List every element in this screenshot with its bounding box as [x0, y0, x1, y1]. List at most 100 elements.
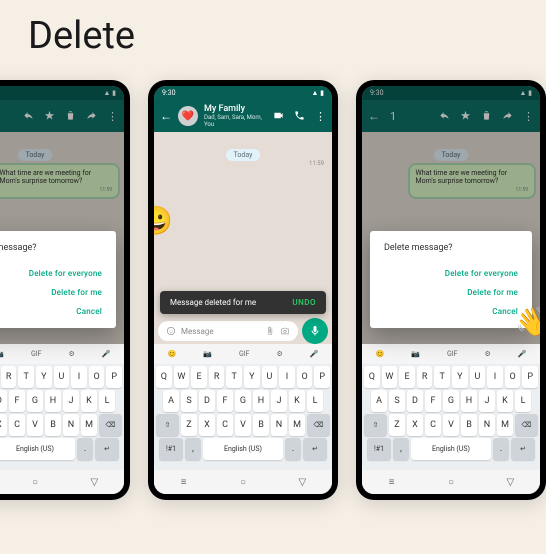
key-C[interactable]: C — [9, 414, 25, 436]
cancel-button[interactable]: Cancel — [76, 307, 102, 316]
back-icon[interactable]: ← — [368, 109, 380, 123]
key-I[interactable]: I — [71, 366, 87, 388]
message-bubble[interactable]: What time are we meeting for Mom's surpr… — [0, 165, 118, 197]
key-enter[interactable]: ↵ — [95, 438, 119, 460]
key-F[interactable]: F — [425, 390, 441, 412]
delete-icon[interactable] — [65, 110, 76, 121]
key-H[interactable]: H — [253, 390, 269, 412]
key-X[interactable]: X — [407, 414, 423, 436]
key-O[interactable]: O — [505, 366, 521, 388]
key-A[interactable]: A — [163, 390, 179, 412]
key-G[interactable]: G — [27, 390, 43, 412]
back-button[interactable]: ▽ — [503, 475, 517, 489]
recents-button[interactable]: ≡ — [385, 475, 399, 489]
key-S[interactable]: S — [181, 390, 197, 412]
key-space[interactable]: English (US) — [203, 438, 283, 460]
key-O[interactable]: O — [89, 366, 105, 388]
star-icon[interactable] — [460, 110, 471, 121]
home-button[interactable]: ○ — [236, 475, 250, 489]
key-dot[interactable]: . — [285, 438, 301, 460]
key-K[interactable]: K — [497, 390, 513, 412]
key-V[interactable]: V — [27, 414, 43, 436]
videocall-icon[interactable] — [273, 110, 284, 121]
key-Y[interactable]: Y — [36, 366, 52, 388]
key-Q[interactable]: Q — [364, 366, 380, 388]
keyboard[interactable]: 😊📷GIF⚙🎤 QWERTYUIOPASDFGHJKL⇧ZXCVBNM⌫!#1,… — [362, 344, 540, 494]
key-H[interactable]: H — [45, 390, 61, 412]
key-M[interactable]: M — [497, 414, 513, 436]
key-enter[interactable]: ↵ — [511, 438, 535, 460]
key-F[interactable]: F — [217, 390, 233, 412]
key-Y[interactable]: Y — [452, 366, 468, 388]
key-N[interactable]: N — [271, 414, 287, 436]
key-⌫[interactable]: ⌫ — [515, 414, 538, 436]
key-M[interactable]: M — [289, 414, 305, 436]
key-U[interactable]: U — [54, 366, 70, 388]
message-input[interactable]: Message — [158, 321, 298, 341]
key-L[interactable]: L — [307, 390, 323, 412]
key-U[interactable]: U — [262, 366, 278, 388]
key-Q[interactable]: Q — [156, 366, 172, 388]
star-icon[interactable] — [44, 110, 55, 121]
key-J[interactable]: J — [271, 390, 287, 412]
key-H[interactable]: H — [461, 390, 477, 412]
keyboard-suggestions[interactable]: 😊📷GIF⚙🎤 — [0, 344, 124, 364]
attach-icon[interactable] — [265, 326, 275, 336]
key-I[interactable]: I — [279, 366, 295, 388]
key-P[interactable]: P — [106, 366, 122, 388]
recents-button[interactable]: ≡ — [177, 475, 191, 489]
key-B[interactable]: B — [45, 414, 61, 436]
key-I[interactable]: I — [487, 366, 503, 388]
more-icon[interactable]: ⋮ — [315, 110, 326, 123]
key-R[interactable]: R — [209, 366, 225, 388]
group-avatar[interactable]: ❤️ — [178, 106, 198, 126]
key-⌫[interactable]: ⌫ — [307, 414, 330, 436]
key-E[interactable]: E — [191, 366, 207, 388]
key-N[interactable]: N — [63, 414, 79, 436]
key-L[interactable]: L — [99, 390, 115, 412]
delete-everyone-button[interactable]: Delete for everyone — [29, 269, 102, 278]
key-X[interactable]: X — [199, 414, 215, 436]
reply-icon[interactable] — [23, 110, 34, 121]
key-K[interactable]: K — [81, 390, 97, 412]
key-sym[interactable]: !#1 — [159, 438, 183, 460]
key-P[interactable]: P — [522, 366, 538, 388]
key-T[interactable]: T — [434, 366, 450, 388]
key-Y[interactable]: Y — [244, 366, 260, 388]
key-J[interactable]: J — [479, 390, 495, 412]
key-⇧[interactable]: ⇧ — [156, 414, 179, 436]
more-icon[interactable]: ⋮ — [107, 110, 118, 123]
key-B[interactable]: B — [461, 414, 477, 436]
key-R[interactable]: R — [1, 366, 17, 388]
keyboard-suggestions[interactable]: 😊📷GIF⚙🎤 — [154, 344, 332, 364]
key-⇧[interactable]: ⇧ — [364, 414, 387, 436]
delete-icon[interactable] — [481, 110, 492, 121]
key-C[interactable]: C — [425, 414, 441, 436]
key-G[interactable]: G — [235, 390, 251, 412]
key-⌫[interactable]: ⌫ — [99, 414, 122, 436]
undo-button[interactable]: UNDO — [292, 298, 316, 307]
key-C[interactable]: C — [217, 414, 233, 436]
key-L[interactable]: L — [515, 390, 531, 412]
key-T[interactable]: T — [18, 366, 34, 388]
key-enter[interactable]: ↵ — [303, 438, 327, 460]
key-space[interactable]: English (US) — [0, 438, 75, 460]
key-V[interactable]: V — [443, 414, 459, 436]
key-Z[interactable]: Z — [389, 414, 405, 436]
camera-icon[interactable] — [280, 326, 290, 336]
key-R[interactable]: R — [417, 366, 433, 388]
key-N[interactable]: N — [479, 414, 495, 436]
key-V[interactable]: V — [235, 414, 251, 436]
key-D[interactable]: D — [199, 390, 215, 412]
keyboard[interactable]: 😊📷GIF⚙🎤 QWERTYUIOPASDFGHJKL⇧ZXCVBNM⌫!#1,… — [154, 344, 332, 494]
reply-icon[interactable] — [439, 110, 450, 121]
key-G[interactable]: G — [443, 390, 459, 412]
home-button[interactable]: ○ — [28, 475, 42, 489]
back-button[interactable]: ▽ — [295, 475, 309, 489]
key-B[interactable]: B — [253, 414, 269, 436]
key-space[interactable]: English (US) — [411, 438, 491, 460]
delete-me-button[interactable]: Delete for me — [467, 288, 518, 297]
delete-me-button[interactable]: Delete for me — [51, 288, 102, 297]
key-Z[interactable]: Z — [181, 414, 197, 436]
keyboard[interactable]: 😊📷GIF⚙🎤 QWERTYUIOPASDFGHJKL⇧ZXCVBNM⌫!#1,… — [0, 344, 124, 494]
